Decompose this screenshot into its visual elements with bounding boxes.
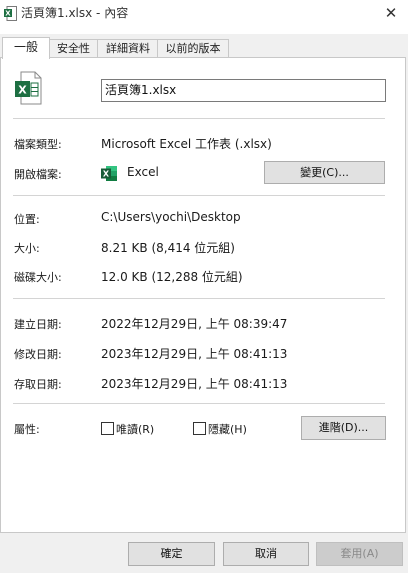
readonly-label: 唯讀(R) (116, 423, 155, 436)
modified-label: 修改日期: (14, 348, 62, 361)
svg-text:X: X (5, 10, 11, 18)
close-button[interactable]: ✕ (380, 2, 402, 24)
accessed-label: 存取日期: (14, 378, 62, 391)
excel-file-large-icon: X (15, 71, 42, 105)
tab-details[interactable]: 詳細資料 (97, 39, 159, 58)
readonly-checkbox[interactable] (101, 422, 114, 435)
attributes-label: 屬性: (14, 423, 40, 436)
change-button[interactable]: 變更(C)... (264, 161, 385, 184)
title-bar: X 活頁簿1.xlsx - 內容 ✕ (0, 0, 408, 34)
location-value: C:\Users\yochi\Desktop (101, 210, 241, 224)
size-on-disk-label: 磁碟大小: (14, 271, 62, 284)
location-label: 位置: (14, 213, 40, 226)
excel-app-icon: X (101, 166, 117, 181)
file-type-label: 檔案類型: (14, 138, 62, 151)
cancel-button[interactable]: 取消 (223, 542, 309, 566)
opens-with-value: Excel (127, 165, 159, 179)
size-label: 大小: (14, 242, 40, 255)
window-title: 活頁簿1.xlsx - 內容 (21, 6, 129, 20)
modified-value: 2023年12月29日, 上午 08:41:13 (101, 347, 288, 361)
file-type-value: Microsoft Excel 工作表 (.xlsx) (101, 137, 272, 151)
tab-general[interactable]: 一般 (2, 37, 50, 59)
file-name-input[interactable]: 活頁簿1.xlsx (101, 79, 386, 102)
tab-previous-versions[interactable]: 以前的版本 (157, 39, 229, 58)
separator (13, 118, 385, 119)
apply-button[interactable]: 套用(A) (316, 542, 403, 566)
svg-text:X: X (103, 170, 110, 179)
hidden-label: 隱藏(H) (208, 423, 247, 436)
opens-with-label: 開啟檔案: (14, 168, 62, 181)
created-label: 建立日期: (14, 318, 62, 331)
excel-file-icon: X (4, 6, 17, 21)
advanced-button[interactable]: 進階(D)... (301, 416, 386, 440)
hidden-checkbox[interactable] (193, 422, 206, 435)
separator (13, 195, 385, 196)
general-panel (0, 57, 406, 533)
svg-text:X: X (18, 84, 27, 97)
separator (13, 403, 385, 404)
size-on-disk-value: 12.0 KB (12,288 位元組) (101, 270, 243, 284)
separator (13, 298, 385, 299)
size-value: 8.21 KB (8,414 位元組) (101, 241, 235, 255)
accessed-value: 2023年12月29日, 上午 08:41:13 (101, 377, 288, 391)
ok-button[interactable]: 確定 (128, 542, 215, 566)
tab-security[interactable]: 安全性 (48, 39, 99, 58)
created-value: 2022年12月29日, 上午 08:39:47 (101, 317, 288, 331)
